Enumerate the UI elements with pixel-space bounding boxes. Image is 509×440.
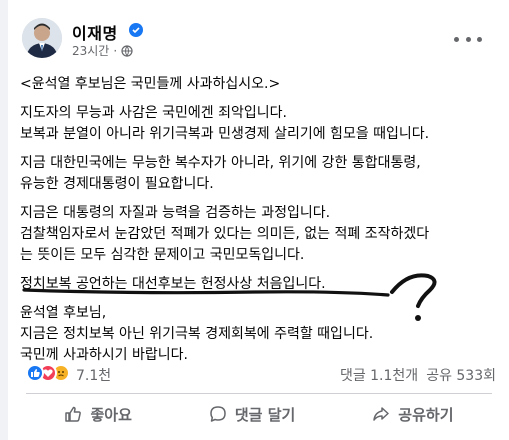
- share-button[interactable]: 공유하기: [362, 398, 463, 430]
- like-button[interactable]: 좋아요: [54, 398, 141, 430]
- like-label: 좋아요: [90, 405, 132, 424]
- divider: [26, 393, 492, 394]
- text-line: 검찰책임자로서 눈감았던 적폐가 있다는 의미든, 없는 적폐 조작하겠다: [20, 226, 430, 242]
- text-line: 지금 대한민국에는 무능한 복수자가 아니라, 위기에 강한 통합대통령,: [20, 155, 421, 171]
- post-text: <윤석열 후보님은 국민들께 사과하십시오.> 지도자의 무능과 사감은 국민에…: [20, 74, 500, 374]
- comment-label: 댓글 달기: [234, 405, 296, 424]
- text-line: 보복과 분열이 아니라 위기극복과 민생경제 살리기에 힘모을 때입니다.: [20, 126, 430, 142]
- text-line: 유능한 경제대통령이 필요합니다.: [20, 176, 214, 192]
- more-options-icon[interactable]: [454, 30, 482, 48]
- text-line: 지도자의 무능과 사감은 국민에겐 죄악입니다.: [20, 105, 287, 121]
- avatar[interactable]: [22, 18, 62, 58]
- reaction-count[interactable]: 7.1천: [76, 365, 111, 385]
- post-header: 이재명 23시간 ·: [22, 18, 492, 62]
- text-line: 국민께 사과하시기 바랍니다.: [20, 347, 188, 363]
- text-line: 는 뜻이든 모두 심각한 문제이고 국민모독입니다.: [20, 247, 305, 263]
- share-count[interactable]: 공유 533회: [426, 365, 496, 385]
- text-line-highlighted: 정치보복 공언하는 대선후보는 헌정사상 처음입니다.: [20, 276, 326, 292]
- reaction-icons[interactable]: [26, 364, 70, 382]
- text-line: 지금은 대통령의 자질과 능력을 검증하는 과정입니다.: [20, 205, 331, 221]
- comment-button[interactable]: 댓글 달기: [199, 398, 305, 430]
- engagement-counts: 댓글 1.1천개 공유 533회: [340, 365, 496, 385]
- share-label: 공유하기: [398, 405, 454, 424]
- thumbs-up-icon: [65, 406, 82, 422]
- reaction-summary: 7.1천 댓글 1.1천개 공유 533회: [26, 364, 496, 386]
- text-line: 윤석열 후보님,: [20, 305, 107, 321]
- author-name[interactable]: 이재명: [72, 20, 118, 44]
- globe-icon: [121, 44, 133, 57]
- comment-count[interactable]: 댓글 1.1천개: [340, 365, 418, 385]
- post-time[interactable]: 23시간: [72, 42, 109, 59]
- comment-bubble-icon: [210, 406, 226, 422]
- post-card: 이재명 23시간 · <윤석열 후보님은 국민들께 사과하십시오.> 지도자의 …: [8, 0, 509, 440]
- text-line: 지금은 정치보복 아닌 위기극복 경제회복에 주력할 때입니다.: [20, 326, 374, 342]
- like-reaction-icon: [26, 364, 44, 382]
- text-line: <윤석열 후보님은 국민들께 사과하십시오.>: [20, 76, 281, 92]
- verified-badge-icon: [129, 23, 143, 37]
- post-meta: 23시간 ·: [72, 42, 133, 59]
- action-bar: 좋아요 댓글 달기 공유하기: [26, 398, 492, 430]
- share-arrow-icon: [373, 407, 390, 421]
